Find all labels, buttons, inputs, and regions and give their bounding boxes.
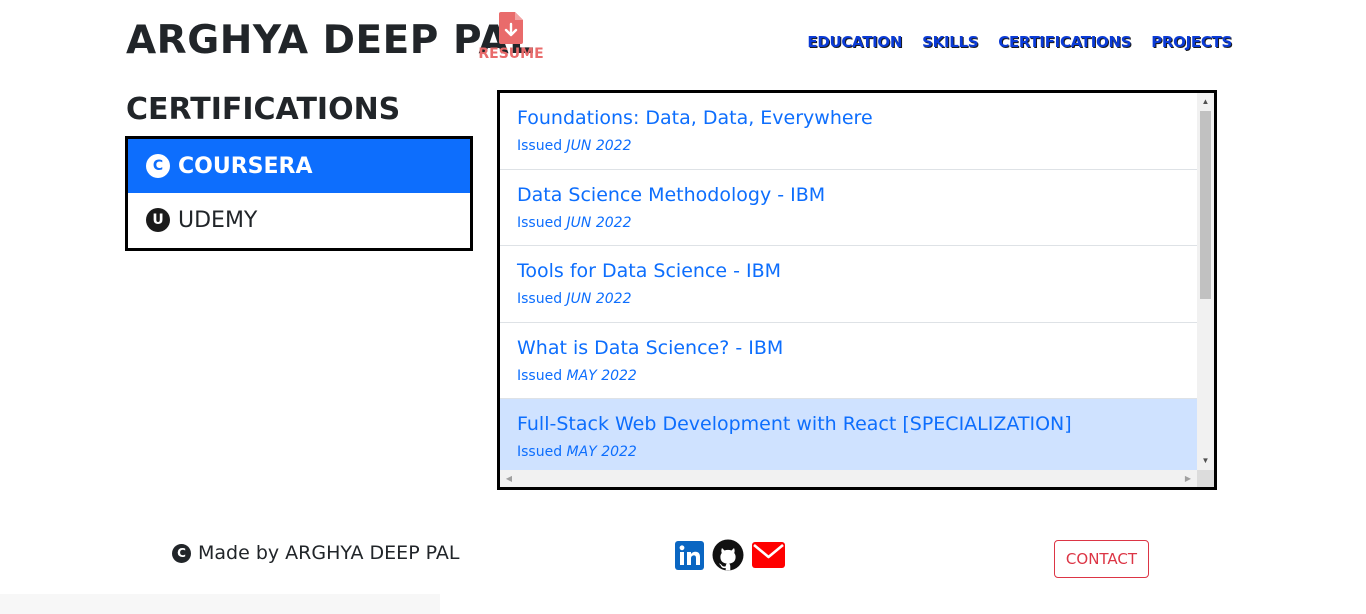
- provider-label: COURSERA: [178, 153, 313, 179]
- provider-coursera[interactable]: C COURSERA: [128, 139, 470, 193]
- certificate-issued: Issued JUN 2022: [517, 291, 632, 307]
- certificate-date: JUN 2022: [566, 291, 632, 307]
- certificate-date: JUN 2022: [566, 214, 632, 231]
- certificate-issued: Issued MAY 2022: [517, 444, 637, 460]
- certificate-title: Foundations: Data, Data, Everywhere: [517, 107, 873, 129]
- certificate-title: Full-Stack Web Development with React [S…: [517, 413, 1072, 435]
- certificate-item[interactable]: What is Data Science? - IBM Issued MAY 2…: [500, 323, 1197, 399]
- scroll-up-arrow-icon[interactable]: ▲: [1197, 95, 1214, 109]
- resume-download-button[interactable]: RESUME: [478, 12, 544, 62]
- certificate-date: MAY 2022: [566, 444, 637, 460]
- certificate-item[interactable]: Foundations: Data, Data, Everywhere Issu…: [500, 93, 1197, 170]
- email-icon[interactable]: [752, 542, 785, 573]
- linkedin-icon[interactable]: [675, 540, 704, 575]
- main-nav: EDUCATION SKILLS CERTIFICATIONS PROJECTS: [807, 33, 1232, 51]
- scroll-right-arrow-icon[interactable]: ▶: [1181, 470, 1195, 487]
- scrollbar-corner: [1197, 470, 1214, 487]
- certificate-date: JUN 2022: [566, 138, 632, 154]
- scroll-down-arrow-icon[interactable]: ▼: [1197, 454, 1214, 468]
- certificate-issued: Issued JUN 2022: [517, 214, 632, 231]
- provider-label: UDEMY: [178, 207, 258, 233]
- social-links: [675, 539, 785, 576]
- certificate-issued: Issued MAY 2022: [517, 367, 637, 384]
- certificate-issued: Issued JUN 2022: [517, 138, 632, 154]
- certificate-item[interactable]: Data Science Methodology - IBM Issued JU…: [500, 170, 1197, 246]
- contact-button[interactable]: CONTACT: [1054, 540, 1149, 578]
- nav-certifications[interactable]: CERTIFICATIONS: [998, 33, 1131, 51]
- nav-skills[interactable]: SKILLS: [922, 33, 978, 51]
- nav-education[interactable]: EDUCATION: [807, 33, 902, 51]
- certificate-title: Tools for Data Science - IBM: [517, 260, 782, 282]
- resume-label: RESUME: [478, 46, 544, 62]
- footer-credit: C Made by ARGHYA DEEP PAL: [172, 542, 460, 564]
- certificate-date: MAY 2022: [566, 367, 637, 384]
- certificate-item-highlighted[interactable]: Full-Stack Web Development with React [S…: [500, 399, 1197, 470]
- file-download-icon: [478, 12, 544, 44]
- footer-made-by: Made by ARGHYA DEEP PAL: [198, 542, 460, 564]
- udemy-icon: U: [146, 208, 170, 232]
- provider-udemy[interactable]: U UDEMY: [128, 193, 470, 247]
- section-title: CERTIFICATIONS: [126, 92, 401, 127]
- coursera-icon: C: [146, 154, 170, 178]
- certificate-list-viewport: Foundations: Data, Data, Everywhere Issu…: [500, 93, 1197, 470]
- browser-status-bar: [0, 594, 440, 614]
- certificate-title: Data Science Methodology - IBM: [517, 183, 826, 206]
- certificate-list: Foundations: Data, Data, Everywhere Issu…: [497, 90, 1217, 490]
- site-brand: ARGHYA DEEP PAL: [126, 18, 535, 63]
- nav-projects[interactable]: PROJECTS: [1151, 33, 1232, 51]
- copyright-icon: C: [172, 543, 191, 563]
- scroll-left-arrow-icon[interactable]: ◀: [502, 470, 516, 487]
- github-icon[interactable]: [712, 539, 744, 576]
- vertical-scrollbar[interactable]: ▲ ▼: [1197, 93, 1214, 470]
- certificate-item[interactable]: Tools for Data Science - IBM Issued JUN …: [500, 246, 1197, 323]
- scrollbar-thumb[interactable]: [1200, 111, 1211, 299]
- horizontal-scrollbar[interactable]: ◀ ▶: [500, 470, 1197, 487]
- provider-list: C COURSERA U UDEMY: [125, 136, 473, 251]
- certificate-title: What is Data Science? - IBM: [517, 336, 784, 359]
